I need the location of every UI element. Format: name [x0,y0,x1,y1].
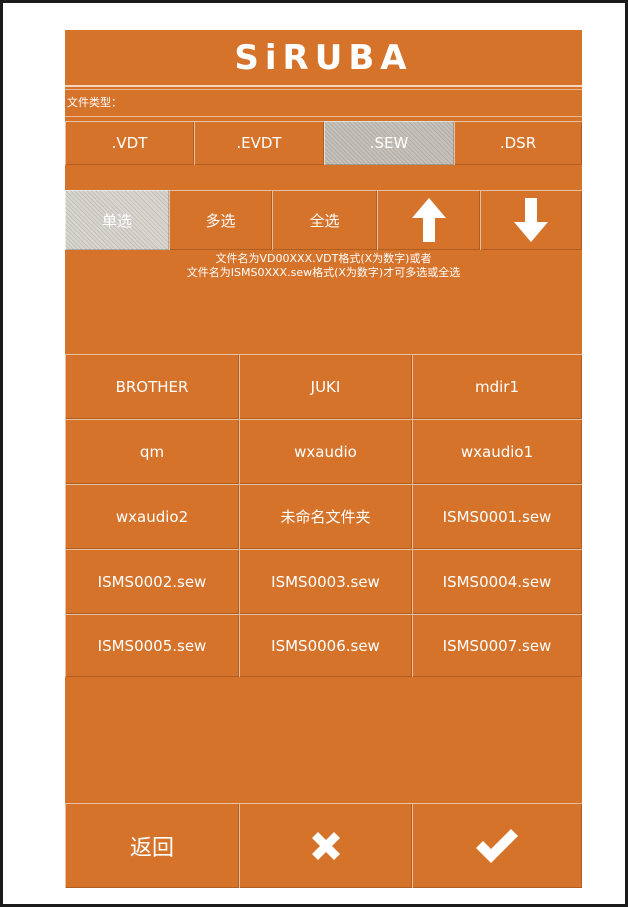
file-item[interactable]: ISMS0004.sew [412,549,582,614]
file-item[interactable]: ISMS0005.sew [65,614,239,677]
file-item[interactable]: ISMS0007.sew [412,614,582,677]
file-item[interactable]: mdir1 [412,354,582,419]
file-type-evdt-button[interactable]: .EVDT [194,121,324,165]
cancel-button[interactable] [239,803,412,888]
file-type-vdt-button[interactable]: .VDT [65,121,194,165]
multi-select-button[interactable]: 多选 [169,190,272,250]
file-item[interactable]: ISMS0002.sew [65,549,239,614]
hint-line-1: 文件名为VD00XXX.VDT格式(X为数字)或者 [215,252,432,265]
siruba-logo: SiRUBA [65,30,582,87]
file-browser-panel: SiRUBA 文件类型： .VDT .EVDT .SEW .DSR 单选 多选 … [65,30,582,888]
file-item[interactable]: ISMS0001.sew [412,484,582,549]
selection-hint: 文件名为VD00XXX.VDT格式(X为数字)或者 文件名为ISMS0XXX.s… [65,252,582,280]
file-item[interactable]: ISMS0003.sew [239,549,412,614]
file-item[interactable]: JUKI [239,354,412,419]
close-icon [311,831,340,860]
arrow-down-icon [514,198,548,242]
back-button[interactable]: 返回 [65,803,239,888]
scroll-down-button[interactable] [480,190,582,250]
confirm-button[interactable] [412,803,582,888]
select-all-button[interactable]: 全选 [272,190,377,250]
checkmark-icon [476,828,518,863]
file-item[interactable]: qm [65,419,239,484]
arrow-up-icon [411,198,446,242]
file-item[interactable]: wxaudio1 [412,419,582,484]
file-item[interactable]: 未命名文件夹 [239,484,412,549]
file-item[interactable]: BROTHER [65,354,239,419]
file-item[interactable]: wxaudio2 [65,484,239,549]
hint-line-2: 文件名为ISMS0XXX.sew格式(X为数字)才可多选或全选 [186,266,461,279]
single-select-button[interactable]: 单选 [65,190,169,250]
file-type-label: 文件类型： [65,89,582,117]
file-item[interactable]: ISMS0006.sew [239,614,412,677]
scroll-up-button[interactable] [377,190,480,250]
file-item[interactable]: wxaudio [239,419,412,484]
file-type-dsr-button[interactable]: .DSR [454,121,582,165]
window-frame: SiRUBA 文件类型： .VDT .EVDT .SEW .DSR 单选 多选 … [0,0,628,907]
file-type-sew-button[interactable]: .SEW [324,121,454,165]
